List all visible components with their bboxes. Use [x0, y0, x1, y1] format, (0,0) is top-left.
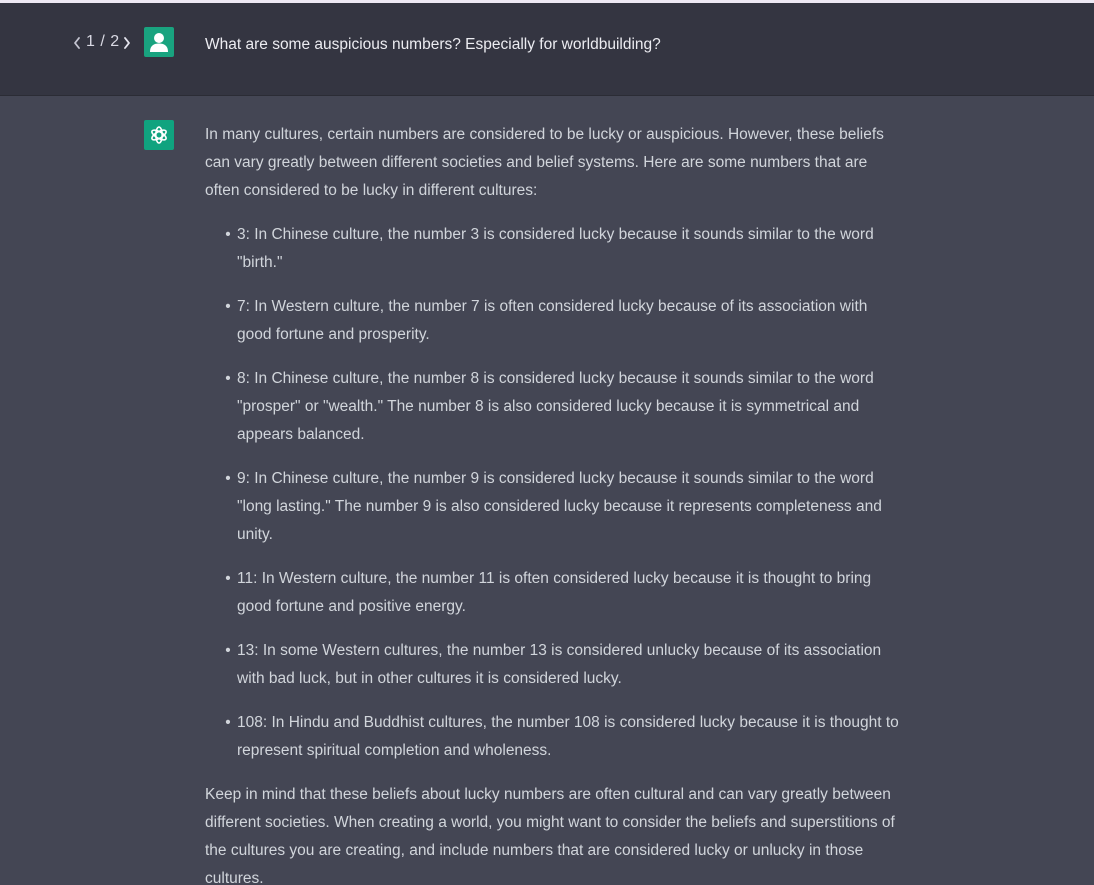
bullet-icon: •	[225, 226, 231, 243]
pager-count: 1 / 2	[86, 33, 120, 50]
chat-page: 1 / 2 What are some auspicious numbers? …	[0, 0, 1094, 885]
user-message-row: 1 / 2 What are some auspicious numbers? …	[0, 3, 1094, 96]
user-icon	[150, 33, 168, 52]
lucky-numbers-list: • 3: In Chinese culture, the number 3 is …	[205, 221, 905, 765]
bullet-icon: •	[225, 642, 231, 659]
list-item-text: 108: In Hindu and Buddhist cultures, the…	[237, 714, 899, 759]
bullet-icon: •	[225, 470, 231, 487]
list-item-text: 3: In Chinese culture, the number 3 is c…	[237, 226, 874, 271]
chevron-right-icon[interactable]	[122, 32, 134, 52]
openai-logo-icon	[151, 126, 167, 144]
assistant-intro: In many cultures, certain numbers are co…	[205, 126, 884, 199]
list-item: • 8: In Chinese culture, the number 8 is …	[205, 365, 905, 449]
assistant-avatar	[144, 120, 174, 150]
list-item-text: 9: In Chinese culture, the number 9 is c…	[237, 470, 882, 543]
list-item: • 3: In Chinese culture, the number 3 is …	[205, 221, 905, 277]
list-item: • 11: In Western culture, the number 11 i…	[205, 565, 905, 621]
bullet-icon: •	[225, 714, 231, 731]
list-item: • 7: In Western culture, the number 7 is …	[205, 293, 905, 349]
list-item-text: 11: In Western culture, the number 11 is…	[237, 570, 872, 615]
bullet-icon: •	[225, 570, 231, 587]
user-message-text: What are some auspicious numbers? Especi…	[205, 36, 661, 53]
bullet-icon: •	[225, 370, 231, 387]
user-avatar	[144, 27, 174, 57]
assistant-message: In many cultures, certain numbers are co…	[205, 121, 905, 885]
response-pager: 1 / 2	[72, 32, 134, 52]
list-item-text: 8: In Chinese culture, the number 8 is c…	[237, 370, 874, 443]
list-item: • 13: In some Western cultures, the numbe…	[205, 637, 905, 693]
list-item-text: 7: In Western culture, the number 7 is o…	[237, 298, 868, 343]
list-item-text: 13: In some Western cultures, the number…	[237, 642, 882, 687]
bullet-icon: •	[225, 298, 231, 315]
chevron-left-icon[interactable]	[72, 32, 84, 52]
list-item: • 9: In Chinese culture, the number 9 is …	[205, 465, 905, 549]
list-item: • 108: In Hindu and Buddhist cultures, th…	[205, 709, 905, 765]
assistant-outro: Keep in mind that these beliefs about lu…	[205, 786, 895, 885]
